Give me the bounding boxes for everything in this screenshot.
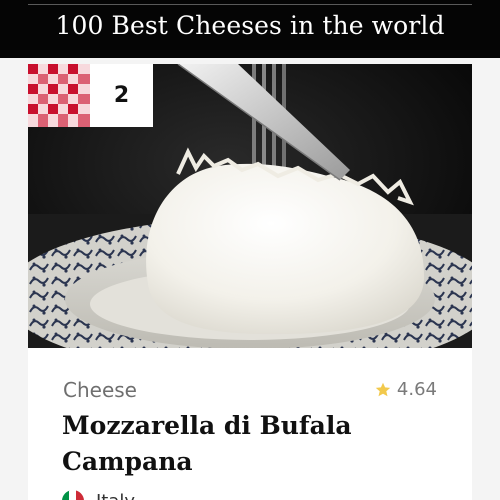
origin[interactable]: Italy [62, 490, 135, 500]
star-icon [375, 382, 391, 396]
cheese-name[interactable]: Mozzarella di Bufala Campana [62, 408, 442, 480]
rating: 4.64 [375, 379, 437, 400]
category-label: Cheese [63, 378, 137, 402]
rank-number: 2 [113, 83, 130, 108]
app-header: 100 Best Cheeses in the world [0, 0, 500, 58]
rank-badge: 2 [28, 64, 153, 127]
origin-country: Italy [96, 491, 135, 500]
header-divider [28, 4, 472, 5]
rating-value: 4.64 [396, 379, 437, 400]
italy-flag-icon [62, 490, 84, 500]
page-title: 100 Best Cheeses in the world [55, 11, 445, 40]
cheese-card[interactable]: 2 Cheese 4.64 Mozzarella di Bufala Campa… [28, 64, 472, 500]
page: 100 Best Cheeses in the world 2 Cheese 4… [0, 0, 500, 500]
checkered-tablecloth-icon [28, 64, 90, 127]
mozzarella-cheese-photo[interactable]: 2 [28, 64, 472, 348]
